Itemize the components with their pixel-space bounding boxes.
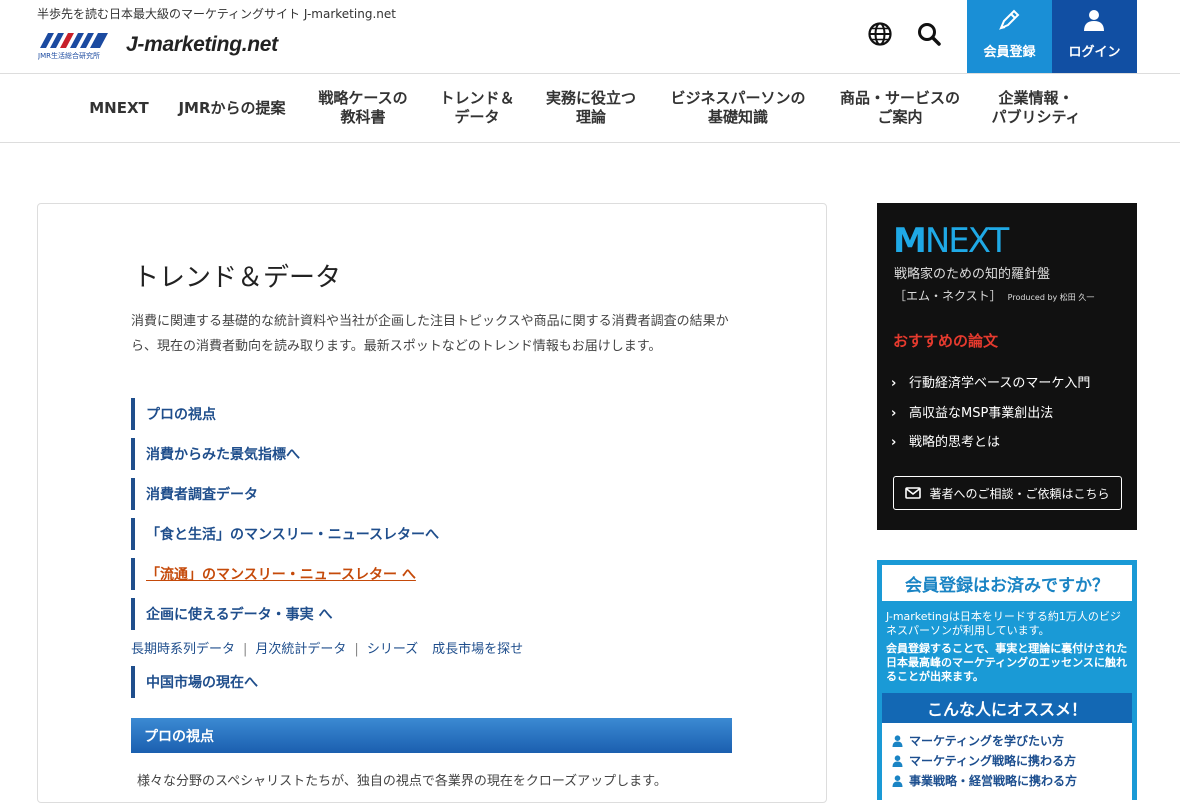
chevron-right-icon: › xyxy=(891,435,897,450)
separator: | xyxy=(243,642,248,657)
nav-item-trend-data[interactable]: トレンド＆ データ xyxy=(430,74,524,142)
nav-item-label: トレンド＆ xyxy=(439,89,515,107)
section-link-economy-indicator[interactable]: 消費からみた景気指標へ xyxy=(131,438,300,470)
nav-item-label-2: ご案内 xyxy=(877,108,923,126)
login-button[interactable]: ログイン xyxy=(1052,0,1137,73)
nav-item-strategy-cases[interactable]: 戦略ケースの 教科書 xyxy=(308,74,418,142)
member-registration-promo[interactable]: 会員登録はお済みですか？ J-marketingは日本をリードする約1万人のビジ… xyxy=(877,560,1137,803)
global-nav: MNEXT JMRからの提案 戦略ケースの 教科書 トレンド＆ データ 実務に役立つ… xyxy=(0,74,1180,143)
chevron-right-icon: › xyxy=(891,406,897,421)
sub-link-series[interactable]: シリーズ xyxy=(367,642,418,657)
person-icon xyxy=(892,735,903,747)
produced-by: Produced by 松田 久一 xyxy=(1007,293,1095,302)
sub-link-monthly[interactable]: 月次統計データ xyxy=(255,642,346,657)
nav-item-label-2: パブリシティ xyxy=(991,108,1081,126)
nav-item-label-2: 教科書 xyxy=(340,108,386,126)
recommended-for-list: マーケティングを学びたい方 マーケティング戦略に携わる方 事業戦略・経営戦略に携… xyxy=(882,723,1132,803)
sub-link-growth-market[interactable]: 成長市場を探せ xyxy=(432,642,523,657)
nav-item-label: 戦略ケースの xyxy=(318,89,408,107)
member-promo-text-1: J-marketingは日本をリードする約1万人のビジネスパーソンが利用していま… xyxy=(886,610,1121,637)
member-promo-text-2: 会員登録することで、事実と理論に裏付けされた日本最高峰のマーケティングのエッセン… xyxy=(886,642,1128,683)
nav-item-label-2: 基礎知識 xyxy=(707,108,768,126)
site-tagline: 半歩先を読む日本最大級のマーケティングサイト J-marketing.net xyxy=(37,7,396,21)
list-item: 事業戦略・経営戦略に携わる方 xyxy=(892,772,1077,789)
contact-author-button[interactable]: 著者へのご相談・ご依頼はこちら xyxy=(893,476,1122,510)
nav-item-label: JMRからの提案 xyxy=(178,98,286,117)
nav-item-label-2: データ xyxy=(454,108,500,126)
separator: | xyxy=(354,642,359,657)
list-item: マーケティング戦略に携わる方 xyxy=(892,752,1076,769)
mnext-subtitle: 戦略家のための知的羅針盤 xyxy=(894,267,1051,282)
nav-item-company-publicity[interactable]: 企業情報・ パブリシティ xyxy=(982,74,1090,142)
mnext-subtitle-2: ［エム・ネクスト］ Produced by 松田 久一 xyxy=(894,289,1095,303)
list-item: マーケティングを学びたい方 xyxy=(892,732,1064,749)
planning-sub-links: 長期時系列データ | 月次統計データ | シリーズ 成長市場を探せ xyxy=(131,638,523,657)
pen-icon xyxy=(999,9,1020,30)
search-icon[interactable] xyxy=(916,21,942,47)
recommended-for-title: こんな人にオススメ！ xyxy=(882,693,1132,723)
nav-item-mnext[interactable]: MNEXT xyxy=(84,74,154,142)
recommended-paper-link[interactable]: › 行動経済学ベースのマーケ入門 xyxy=(891,372,1090,391)
jmr-logo-text: JMR生活総合研究所 xyxy=(38,51,100,60)
mnext-logo[interactable]: MNEXT xyxy=(893,221,1009,261)
register-button[interactable]: 会員登録 xyxy=(967,0,1052,73)
person-icon xyxy=(892,775,903,787)
member-promo-title: 会員登録はお済みですか？ xyxy=(882,565,1132,601)
site-logo[interactable]: J-marketing.net xyxy=(126,33,278,57)
contact-author-label: 著者へのご相談・ご依頼はこちら xyxy=(929,486,1110,501)
nav-item-label: 実務に役立つ xyxy=(545,89,636,107)
pro-view-section-header: プロの視点 xyxy=(131,718,732,753)
user-icon xyxy=(1084,10,1104,31)
chevron-right-icon: › xyxy=(891,376,897,391)
nav-item-label: MNEXT xyxy=(89,98,149,117)
pro-view-description: 様々な分野のスペシャリストたちが、独自の視点で各業界の現在をクローズアップします… xyxy=(137,774,667,789)
recommended-papers-title: おすすめの論文 xyxy=(893,332,999,350)
nav-item-jmr-proposal[interactable]: JMRからの提案 xyxy=(170,74,294,142)
section-link-food-newsletter[interactable]: 「食と生活」のマンスリー・ニュースレターへ xyxy=(131,518,439,550)
nav-item-label: 商品・サービスの xyxy=(839,89,960,107)
sub-link-long-term[interactable]: 長期時系列データ xyxy=(131,642,235,657)
register-label: 会員登録 xyxy=(983,45,1036,60)
nav-item-business-basics[interactable]: ビジネスパーソンの 基礎知識 xyxy=(658,74,818,142)
person-icon xyxy=(892,755,903,767)
nav-item-label-2: 理論 xyxy=(575,108,606,126)
section-link-planning-data[interactable]: 企画に使えるデータ・事実 へ xyxy=(131,598,332,630)
section-link-consumer-survey[interactable]: 消費者調査データ xyxy=(131,478,258,510)
site-header: 半歩先を読む日本最大級のマーケティングサイト J-marketing.net J… xyxy=(0,0,1180,74)
nav-item-label: ビジネスパーソンの xyxy=(670,89,806,107)
mnext-promo: MNEXT 戦略家のための知的羅針盤 ［エム・ネクスト］ Produced by … xyxy=(877,203,1137,530)
nav-item-products-services[interactable]: 商品・サービスの ご案内 xyxy=(830,74,970,142)
page-intro: 消費に関連する基礎的な統計資料や当社が企画した注目トピックスや商品に関する消費者… xyxy=(131,314,729,354)
recommended-paper-link[interactable]: › 高収益なMSP事業創出法 xyxy=(891,402,1053,421)
mail-icon xyxy=(905,487,922,499)
nav-item-label: 企業情報・ xyxy=(998,89,1074,107)
jmr-logo[interactable]: JMR生活総合研究所 xyxy=(38,30,110,60)
section-link-china-market[interactable]: 中国市場の現在へ xyxy=(131,666,258,698)
globe-icon[interactable] xyxy=(867,21,893,47)
page-title: トレンド＆データ xyxy=(133,263,342,293)
recommended-paper-link[interactable]: › 戦略的思考とは xyxy=(891,431,1000,450)
section-link-pro-view[interactable]: プロの視点 xyxy=(131,398,216,430)
nav-item-practical-theory[interactable]: 実務に役立つ 理論 xyxy=(536,74,646,142)
login-label: ログイン xyxy=(1068,45,1121,60)
section-link-retail-newsletter[interactable]: 「流通」のマンスリー・ニュースレター へ xyxy=(131,558,416,590)
